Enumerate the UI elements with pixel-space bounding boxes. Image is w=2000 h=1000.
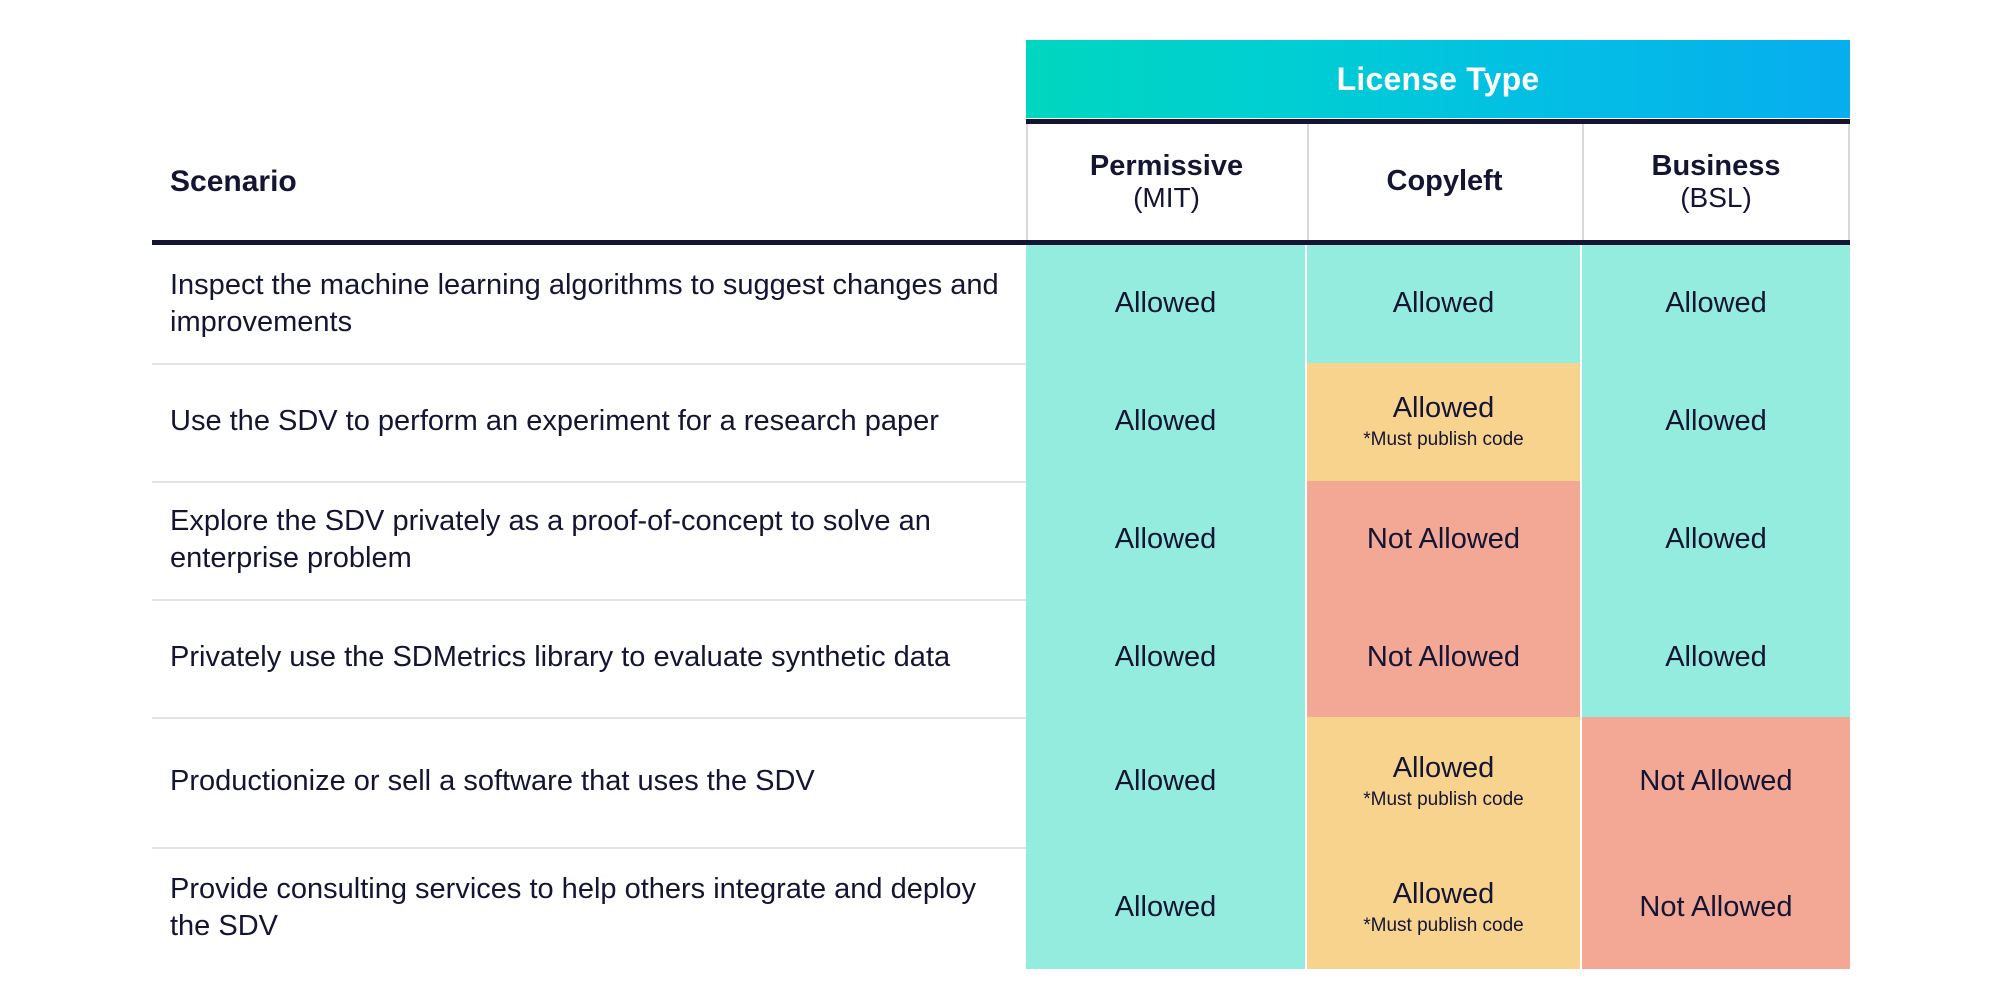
status-cell-value: Not Allowed (1639, 891, 1793, 924)
scenario-cell-text: Privately use the SDMetrics library to e… (170, 641, 951, 674)
status-cell-value: Allowed (1114, 405, 1217, 438)
table-row: Privately use the SDMetrics library to e… (0, 599, 2000, 717)
status-cell: Allowed (1582, 363, 1850, 481)
column-header-permissive-qualifier: (MIT) (1133, 181, 1200, 213)
scenario-cell: Use the SDV to perform an experiment for… (170, 363, 1006, 481)
status-cell-value: Allowed (1665, 287, 1767, 320)
status-cell-value: Allowed (1392, 752, 1495, 785)
column-header-copyleft-name: Copyleft (1386, 165, 1503, 198)
table-header-row: Scenario Permissive (MIT) Copyleft Busin… (170, 124, 1850, 240)
status-cell: Allowed (1026, 599, 1305, 717)
status-cell: Not Allowed (1582, 717, 1850, 847)
status-cell: Allowed (1026, 481, 1305, 599)
status-cell-note: *Must publish code (1363, 789, 1524, 811)
status-cell-value: Allowed (1665, 641, 1767, 674)
table-row: Productionize or sell a software that us… (0, 717, 2000, 847)
status-cell-value: Allowed (1114, 287, 1217, 320)
scenario-cell: Provide consulting services to help othe… (170, 847, 1006, 969)
status-cell: Allowed (1307, 245, 1580, 363)
status-cell: Not Allowed (1582, 847, 1850, 969)
status-cell: Allowed *Must publish code (1307, 717, 1580, 847)
status-cell: Allowed (1026, 847, 1305, 969)
column-header-business-name: Business (1651, 150, 1781, 183)
scenario-cell-text: Inspect the machine learning algorithms … (170, 268, 999, 338)
status-cell-value: Allowed (1665, 523, 1767, 556)
license-comparison-table-page: License Type Scenario Permissive (MIT) C… (0, 0, 2000, 1000)
status-cell: Allowed *Must publish code (1307, 847, 1580, 969)
status-cell: Not Allowed (1307, 481, 1580, 599)
column-divider-business-end (1848, 124, 1850, 240)
status-cell-value: Allowed (1665, 405, 1767, 438)
status-cell-value: Not Allowed (1366, 523, 1521, 556)
status-cell: Allowed (1026, 245, 1305, 363)
column-divider-copyleft-business (1582, 124, 1584, 240)
status-cell-value: Allowed (1114, 765, 1217, 798)
status-cell: Allowed (1582, 245, 1850, 363)
table-row: Explore the SDV privately as a proof-of-… (0, 481, 2000, 599)
table-row: Inspect the machine learning algorithms … (0, 245, 2000, 363)
scenario-column-header-label: Scenario (170, 165, 297, 198)
status-cell-value: Allowed (1114, 641, 1217, 674)
status-cell: Not Allowed (1307, 599, 1580, 717)
status-cell-value: Allowed (1392, 878, 1495, 911)
scenario-cell: Productionize or sell a software that us… (170, 717, 1006, 847)
column-header-business-qualifier: (BSL) (1680, 181, 1752, 213)
table-body: Inspect the machine learning algorithms … (0, 245, 2000, 969)
scenario-cell: Privately use the SDMetrics library to e… (170, 599, 1006, 717)
status-cell-value: Allowed (1114, 891, 1217, 924)
status-cell-value: Not Allowed (1366, 641, 1521, 674)
column-divider-scenario-permissive (1026, 124, 1028, 240)
status-cell-value: Allowed (1114, 523, 1217, 556)
status-cell-value: Allowed (1392, 287, 1495, 320)
column-divider-permissive-copyleft (1307, 124, 1309, 240)
column-header-business: Business (BSL) (1582, 124, 1850, 240)
scenario-cell: Inspect the machine learning algorithms … (170, 245, 1006, 363)
status-cell: Allowed *Must publish code (1307, 363, 1580, 481)
scenario-cell-text: Explore the SDV privately as a proof-of-… (170, 504, 931, 574)
column-header-permissive: Permissive (MIT) (1026, 124, 1307, 240)
status-cell: Allowed (1026, 717, 1305, 847)
status-cell-note: *Must publish code (1363, 429, 1524, 451)
scenario-cell: Explore the SDV privately as a proof-of-… (170, 481, 1006, 599)
status-cell: Allowed (1582, 481, 1850, 599)
status-cell: Allowed (1582, 599, 1850, 717)
status-cell-value: Allowed (1392, 392, 1495, 425)
status-cell-note: *Must publish code (1363, 915, 1524, 937)
status-cell: Allowed (1026, 363, 1305, 481)
scenario-cell-text: Use the SDV to perform an experiment for… (170, 405, 939, 438)
license-type-banner-label: License Type (1336, 60, 1540, 97)
table-row: Provide consulting services to help othe… (0, 847, 2000, 969)
scenario-cell-text: Productionize or sell a software that us… (170, 765, 815, 798)
license-type-banner: License Type (1026, 40, 1850, 118)
scenario-column-header: Scenario (170, 124, 1026, 240)
status-cell-value: Not Allowed (1639, 765, 1793, 798)
column-header-copyleft: Copyleft (1307, 124, 1582, 240)
column-header-permissive-name: Permissive (1089, 150, 1244, 183)
scenario-cell-text: Provide consulting services to help othe… (170, 872, 977, 942)
table-row: Use the SDV to perform an experiment for… (0, 363, 2000, 481)
